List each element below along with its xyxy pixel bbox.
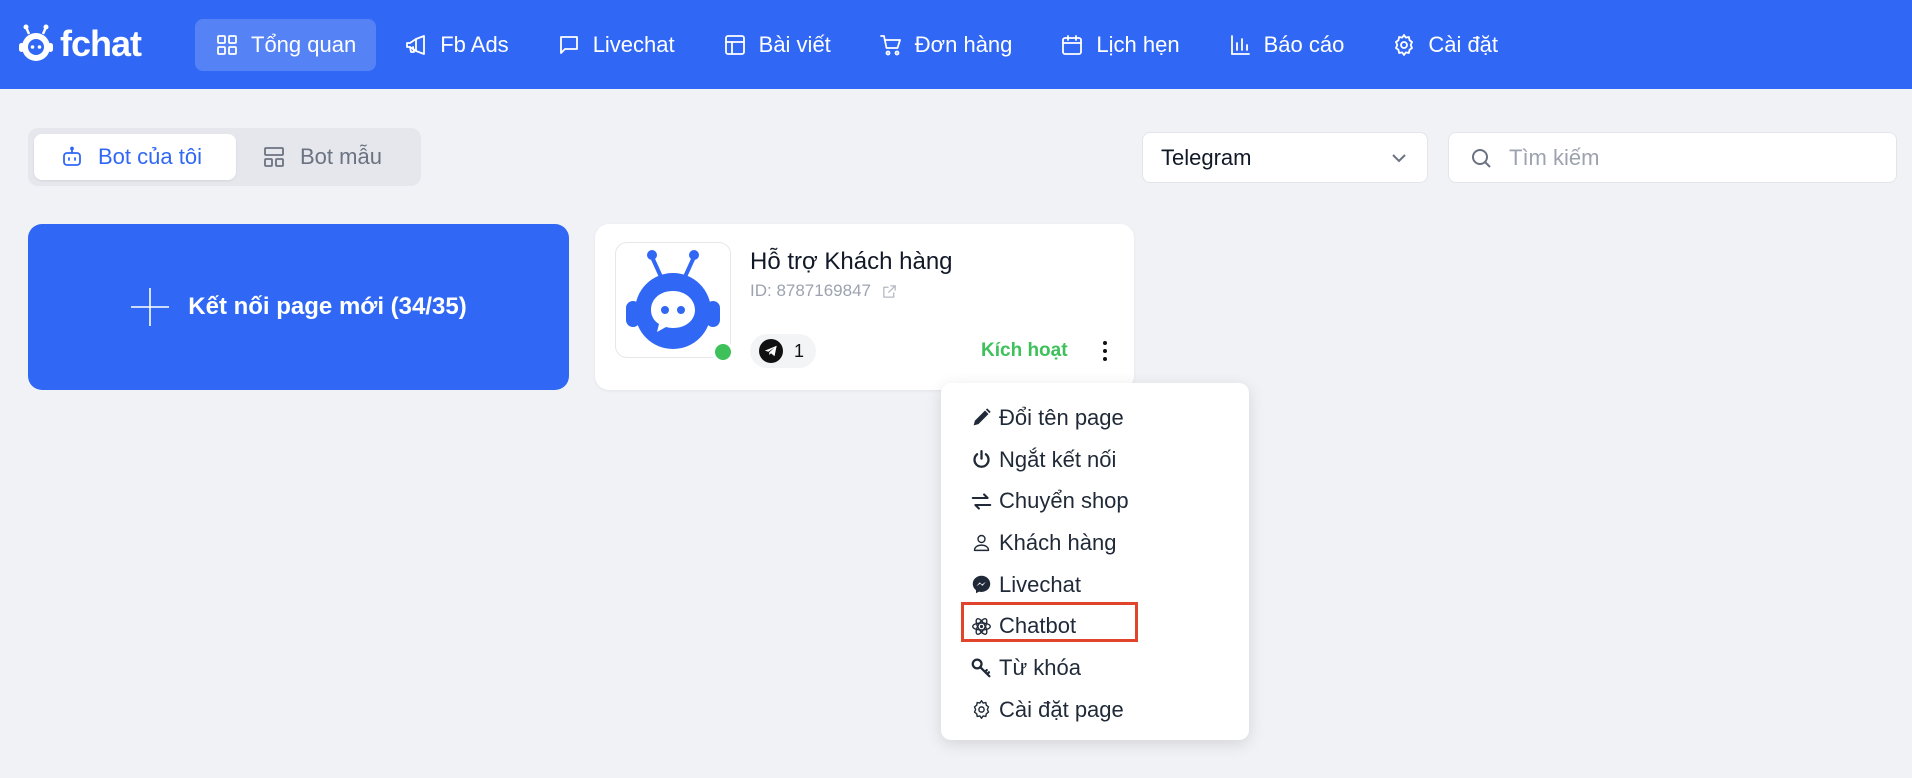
- gear-icon: [1395, 34, 1414, 56]
- channel-chip-telegram: 1: [750, 334, 817, 368]
- cart-icon: [879, 35, 901, 56]
- robot-avatar-icon: [626, 250, 720, 349]
- bot-id: ID: 8787169847: [750, 281, 898, 301]
- menu-item-chatbot[interactable]: Chatbot: [941, 605, 1249, 647]
- swap-arrows-icon: [971, 493, 992, 510]
- tab-template-bots[interactable]: Bot mẫu: [236, 134, 404, 180]
- nav-item-livechat[interactable]: Livechat: [537, 19, 695, 71]
- connect-new-page-button[interactable]: Kết nối page mới (34/35): [28, 224, 569, 390]
- menu-item-label: Chatbot: [999, 613, 1077, 639]
- brand-logo[interactable]: fchat: [18, 23, 142, 64]
- nav-item-label: Báo cáo: [1263, 32, 1345, 57]
- tab-my-bots[interactable]: Bot của tôi: [34, 134, 236, 180]
- nav-item-label: Đơn hàng: [914, 32, 1013, 57]
- nav-item-overview[interactable]: Tổng quan: [195, 19, 377, 71]
- messenger-icon: [972, 575, 991, 594]
- connect-new-page-label: Kết nối page mới (34/35): [188, 293, 467, 320]
- gear-icon: [973, 700, 990, 720]
- platform-select[interactable]: Telegram: [1142, 132, 1428, 183]
- bar-chart-icon: [1230, 35, 1250, 55]
- top-navbar: fchat Tổng quan Fb Ads Livechat Bài viết…: [0, 0, 1912, 89]
- menu-item-customers[interactable]: Khách hàng: [941, 522, 1249, 564]
- bot-id-text: ID: 8787169847: [750, 281, 871, 300]
- nav-item-orders[interactable]: Đơn hàng: [859, 19, 1033, 71]
- search-box: [1448, 132, 1897, 183]
- channel-count: 1: [794, 340, 805, 361]
- brand-name: fchat: [60, 23, 142, 64]
- atom-icon: [972, 617, 991, 635]
- search-icon: [1472, 148, 1491, 168]
- megaphone-icon: [406, 35, 426, 55]
- menu-item-label: Đổi tên page: [999, 404, 1124, 430]
- power-icon: [973, 450, 990, 468]
- bot-card[interactable]: Hỗ trợ Khách hàng ID: 8787169847 1 Kích …: [595, 224, 1134, 390]
- nav-item-reports[interactable]: Báo cáo: [1208, 19, 1365, 71]
- nav-item-fb-ads[interactable]: Fb Ads: [384, 19, 528, 71]
- grid-icon: [217, 35, 237, 55]
- menu-item-switch-shop[interactable]: Chuyển shop: [941, 480, 1249, 522]
- nav-item-label: Bài viết: [758, 32, 831, 57]
- user-icon: [973, 535, 990, 552]
- nav-item-label: Tổng quan: [251, 32, 357, 57]
- menu-item-page-settings[interactable]: Cài đặt page: [941, 689, 1249, 731]
- menu-item-disconnect[interactable]: Ngắt kết nối: [941, 439, 1249, 481]
- menu-item-label: Từ khóa: [999, 654, 1081, 680]
- nav-item-posts[interactable]: Bài viết: [703, 19, 851, 71]
- bot-avatar: [615, 242, 731, 358]
- chat-bubble-icon: [559, 36, 578, 54]
- layout-icon: [724, 35, 745, 55]
- template-icon: [264, 147, 284, 167]
- platform-select-value: Telegram: [1161, 144, 1252, 170]
- nav-item-appointments[interactable]: Lịch hẹn: [1040, 19, 1199, 71]
- chevron-down-icon: [1392, 154, 1406, 163]
- more-options-icon[interactable]: [1093, 336, 1117, 366]
- menu-item-label: Cài đặt page: [999, 696, 1124, 722]
- pencil-icon: [973, 408, 991, 426]
- nav-item-settings[interactable]: Cài đặt: [1372, 19, 1518, 71]
- bot-status: Kích hoạt: [981, 340, 1068, 361]
- robot-icon: [63, 146, 81, 166]
- tab-label: Bot của tôi: [98, 144, 202, 169]
- bot-tabs: Bot của tôi Bot mẫu: [28, 128, 421, 186]
- menu-item-label: Chuyển shop: [999, 488, 1129, 514]
- online-status-dot: [712, 341, 734, 363]
- menu-item-livechat[interactable]: Livechat: [941, 564, 1249, 606]
- bot-context-menu: Đổi tên page Ngắt kết nối Chuyển shop Kh…: [941, 383, 1249, 740]
- menu-item-rename-page[interactable]: Đổi tên page: [941, 397, 1249, 439]
- nav-item-label: Fb Ads: [440, 32, 509, 57]
- menu-item-label: Livechat: [999, 571, 1081, 597]
- nav-item-label: Livechat: [592, 32, 675, 57]
- main-nav: Tổng quan Fb Ads Livechat Bài viết Đơn h…: [195, 19, 1526, 71]
- menu-item-keywords[interactable]: Từ khóa: [941, 647, 1249, 689]
- menu-item-label: Khách hàng: [999, 529, 1117, 555]
- telegram-icon: [759, 339, 783, 363]
- nav-item-label: Lịch hẹn: [1096, 32, 1180, 57]
- plus-icon: [131, 288, 170, 326]
- menu-item-label: Ngắt kết nối: [999, 446, 1117, 472]
- external-link-icon[interactable]: [881, 283, 898, 300]
- nav-item-label: Cài đặt: [1428, 32, 1499, 57]
- bot-name: Hỗ trợ Khách hàng: [750, 248, 953, 275]
- search-input[interactable]: [1509, 144, 1889, 171]
- robot-logo-icon: [19, 24, 53, 61]
- key-icon: [971, 658, 991, 678]
- tab-label: Bot mẫu: [300, 144, 382, 169]
- calendar-icon: [1062, 35, 1083, 55]
